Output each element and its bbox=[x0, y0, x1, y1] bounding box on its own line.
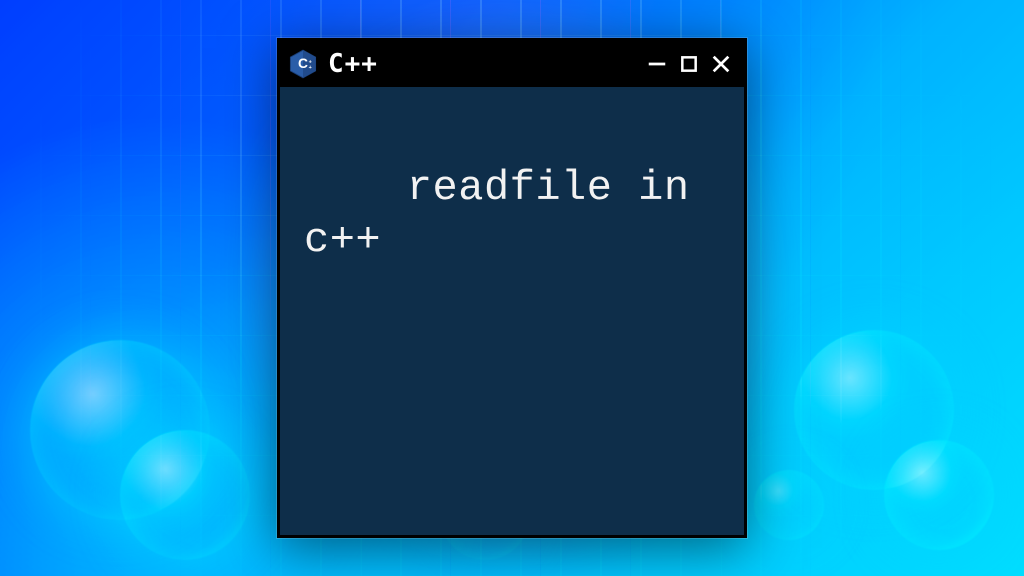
window-titlebar[interactable]: C + + C++ bbox=[280, 41, 744, 87]
decorative-orb bbox=[794, 330, 954, 490]
minimize-icon bbox=[646, 53, 668, 75]
svg-text:C: C bbox=[298, 56, 308, 71]
maximize-button[interactable] bbox=[676, 51, 702, 77]
window-controls bbox=[644, 51, 734, 77]
terminal-body: readfile in c++ bbox=[280, 87, 744, 341]
close-icon bbox=[710, 53, 732, 75]
terminal-window: C + + C++ bbox=[277, 38, 747, 538]
window-title: C++ bbox=[328, 49, 634, 79]
minimize-button[interactable] bbox=[644, 51, 670, 77]
svg-text:+: + bbox=[309, 59, 312, 65]
terminal-text: readfile in c++ bbox=[304, 164, 690, 265]
maximize-icon bbox=[679, 54, 699, 74]
cpp-logo-icon: C + + bbox=[288, 49, 318, 79]
decorative-orb bbox=[30, 340, 210, 520]
svg-text:+: + bbox=[309, 65, 312, 71]
decorative-orb bbox=[884, 440, 994, 550]
close-button[interactable] bbox=[708, 51, 734, 77]
decorative-orb bbox=[120, 430, 250, 560]
